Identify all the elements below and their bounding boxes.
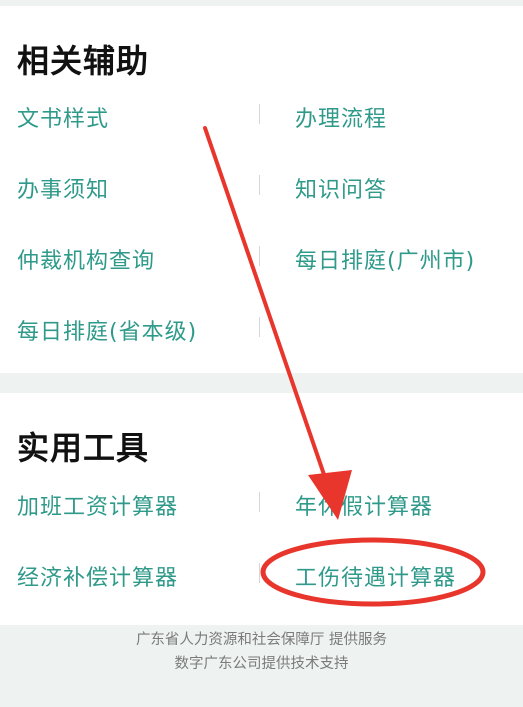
related-section-title: 相关辅助 (17, 42, 150, 80)
link-injury-benefit-calculator[interactable]: 工伤待遇计算器 (295, 560, 456, 592)
divider (259, 317, 260, 337)
link-qa[interactable]: 知识问答 (295, 172, 387, 204)
link-annual-leave-calculator[interactable]: 年休假计算器 (295, 489, 433, 521)
divider (259, 246, 260, 266)
link-process-flow[interactable]: 办理流程 (295, 101, 387, 133)
footer-service-line: 广东省人力资源和社会保障厅 提供服务 (135, 632, 388, 648)
link-compensation-calculator[interactable]: 经济补偿计算器 (17, 560, 178, 592)
footer-tech-support-line: 数字广东公司提供技术支持 (174, 656, 349, 672)
link-overtime-calculator[interactable]: 加班工资计算器 (17, 489, 178, 521)
tools-section-title: 实用工具 (17, 429, 150, 467)
divider (259, 175, 260, 195)
link-arbitration-search[interactable]: 仲裁机构查询 (17, 243, 155, 275)
related-section: 相关辅助 文书样式 办理流程 办事须知 知识问答 仲裁机构查询 每日排庭(广州市… (0, 6, 523, 373)
section-gap (0, 373, 523, 393)
divider (259, 104, 260, 124)
link-daily-hearing-guangzhou[interactable]: 每日排庭(广州市) (295, 243, 475, 275)
link-notice[interactable]: 办事须知 (17, 172, 109, 204)
link-document-templates[interactable]: 文书样式 (17, 101, 109, 133)
link-daily-hearing-province[interactable]: 每日排庭(省本级) (17, 314, 197, 346)
tools-section: 实用工具 加班工资计算器 年休假计算器 经济补偿计算器 工伤待遇计算器 (0, 393, 523, 625)
footer: 广东省人力资源和社会保障厅 提供服务 数字广东公司提供技术支持 (0, 628, 523, 676)
divider (259, 563, 260, 583)
divider (259, 492, 260, 512)
